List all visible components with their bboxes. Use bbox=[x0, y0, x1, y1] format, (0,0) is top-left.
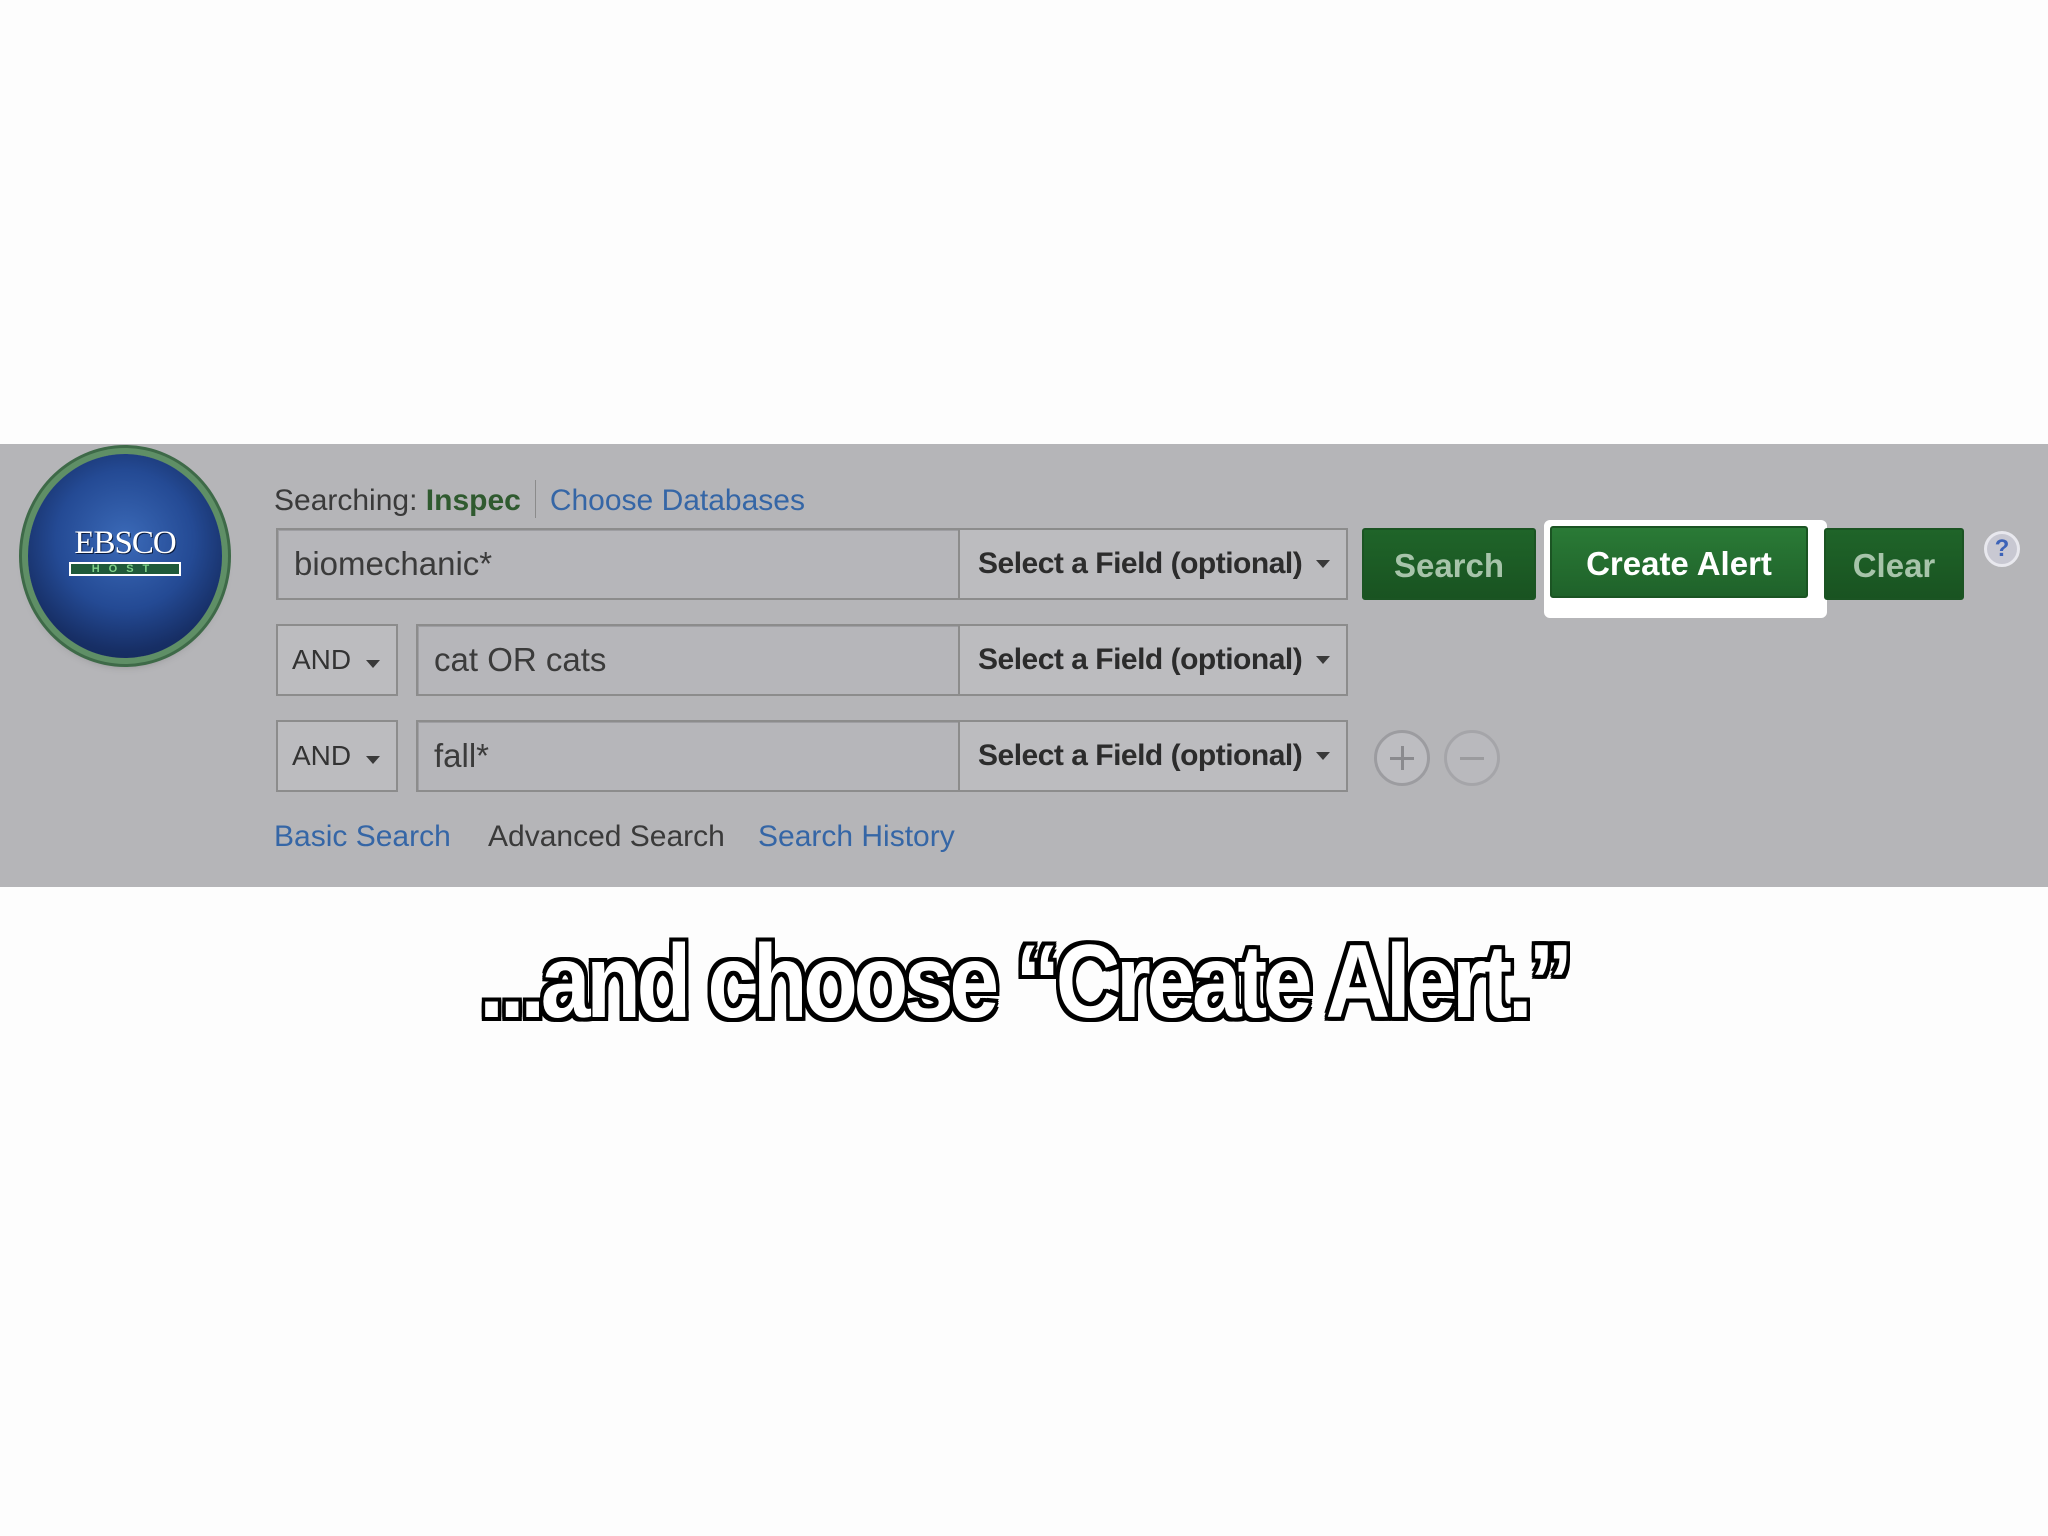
searching-line: Searching: Inspec Choose Databases bbox=[274, 480, 805, 518]
ebscohost-logo[interactable]: EBSCO HOST bbox=[28, 454, 222, 658]
chevron-down-icon bbox=[1316, 752, 1330, 760]
divider bbox=[534, 480, 536, 518]
remove-row-button[interactable] bbox=[1444, 730, 1500, 786]
basic-search-link[interactable]: Basic Search bbox=[274, 820, 451, 854]
chevron-down-icon bbox=[366, 660, 380, 668]
choose-databases-link[interactable]: Choose Databases bbox=[550, 484, 805, 517]
field-select-3[interactable]: Select a Field (optional) bbox=[958, 722, 1346, 790]
field-select-label: Select a Field (optional) bbox=[978, 547, 1303, 580]
plus-icon-bar bbox=[1401, 746, 1404, 770]
search-history-link[interactable]: Search History bbox=[758, 820, 955, 854]
minus-icon bbox=[1460, 757, 1484, 760]
field-select-2[interactable]: Select a Field (optional) bbox=[958, 626, 1346, 694]
help-icon[interactable]: ? bbox=[1984, 531, 2020, 567]
search-input-2[interactable]: cat OR cats bbox=[434, 626, 606, 694]
logo-subtitle: HOST bbox=[69, 562, 181, 576]
chevron-down-icon bbox=[1316, 560, 1330, 568]
search-input-1[interactable]: biomechanic* bbox=[294, 530, 492, 598]
create-alert-button[interactable]: Create Alert bbox=[1550, 526, 1808, 598]
searching-database: Inspec bbox=[425, 484, 521, 517]
add-row-button[interactable] bbox=[1374, 730, 1430, 786]
chevron-down-icon bbox=[1316, 656, 1330, 664]
advanced-search-link[interactable]: Advanced Search bbox=[488, 820, 725, 854]
search-input-3[interactable]: fall* bbox=[434, 722, 489, 790]
boolean-label: AND bbox=[292, 644, 352, 675]
clear-button[interactable]: Clear bbox=[1824, 528, 1964, 600]
searching-label: Searching: bbox=[274, 484, 418, 517]
field-select-label: Select a Field (optional) bbox=[978, 643, 1303, 676]
chevron-down-icon bbox=[366, 756, 380, 764]
logo-wordmark: EBSCO bbox=[74, 525, 176, 561]
search-row-2: cat OR cats Select a Field (optional) bbox=[416, 624, 1348, 696]
boolean-label: AND bbox=[292, 740, 352, 771]
boolean-select-2[interactable]: AND bbox=[276, 624, 398, 696]
instruction-caption: ...and choose “Create Alert.” bbox=[479, 924, 1573, 1040]
search-button[interactable]: Search bbox=[1362, 528, 1536, 600]
boolean-select-3[interactable]: AND bbox=[276, 720, 398, 792]
search-row-1: biomechanic* Select a Field (optional) bbox=[276, 528, 1348, 600]
field-select-label: Select a Field (optional) bbox=[978, 739, 1303, 772]
field-select-1[interactable]: Select a Field (optional) bbox=[958, 530, 1346, 598]
search-row-3: fall* Select a Field (optional) bbox=[416, 720, 1348, 792]
